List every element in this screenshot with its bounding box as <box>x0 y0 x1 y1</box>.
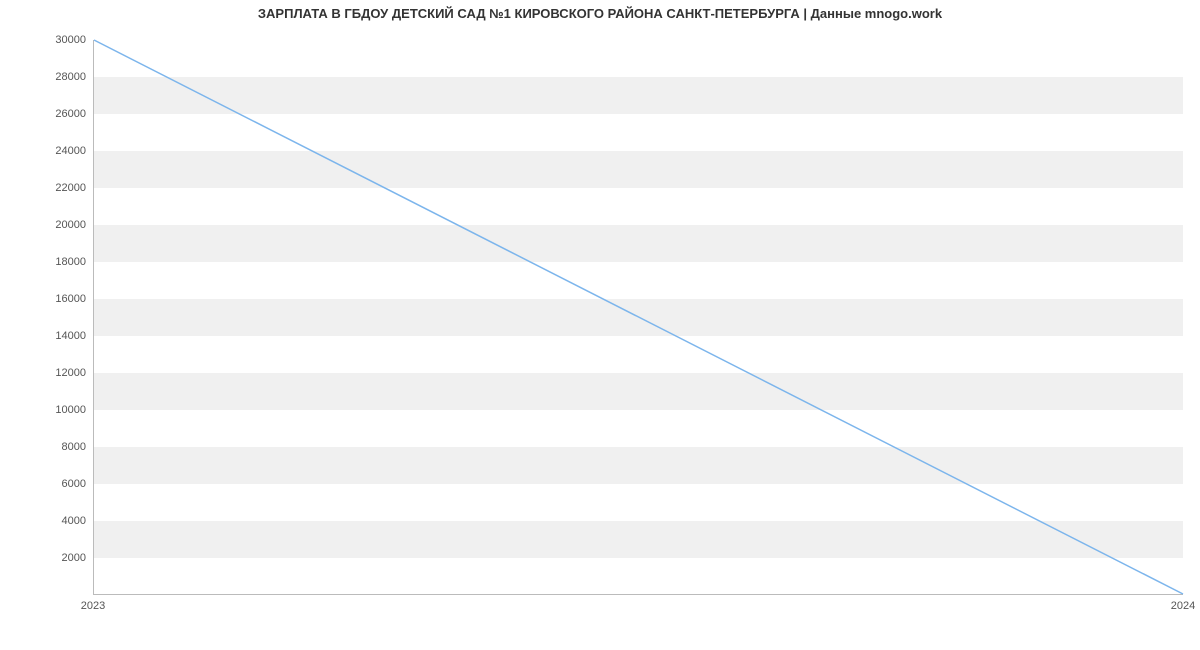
y-tick-label: 2000 <box>6 552 86 564</box>
x-tick-label: 2024 <box>1171 600 1195 612</box>
y-tick-label: 28000 <box>6 71 86 83</box>
y-tick-label: 10000 <box>6 404 86 416</box>
x-tick-label: 2023 <box>81 600 105 612</box>
y-tick-label: 18000 <box>6 256 86 268</box>
series-line <box>94 40 1183 594</box>
chart-title: ЗАРПЛАТА В ГБДОУ ДЕТСКИЙ САД №1 КИРОВСКО… <box>0 6 1200 21</box>
y-tick-label: 30000 <box>6 34 86 46</box>
y-tick-label: 26000 <box>6 108 86 120</box>
y-tick-label: 8000 <box>6 441 86 453</box>
y-tick-label: 4000 <box>6 515 86 527</box>
y-tick-label: 12000 <box>6 367 86 379</box>
y-tick-label: 14000 <box>6 330 86 342</box>
y-tick-label: 24000 <box>6 145 86 157</box>
y-tick-label: 16000 <box>6 293 86 305</box>
y-tick-label: 20000 <box>6 219 86 231</box>
line-svg <box>94 40 1183 594</box>
y-tick-label: 6000 <box>6 478 86 490</box>
salary-line-chart: ЗАРПЛАТА В ГБДОУ ДЕТСКИЙ САД №1 КИРОВСКО… <box>0 0 1200 650</box>
plot-area <box>93 40 1183 595</box>
y-tick-label: 22000 <box>6 182 86 194</box>
